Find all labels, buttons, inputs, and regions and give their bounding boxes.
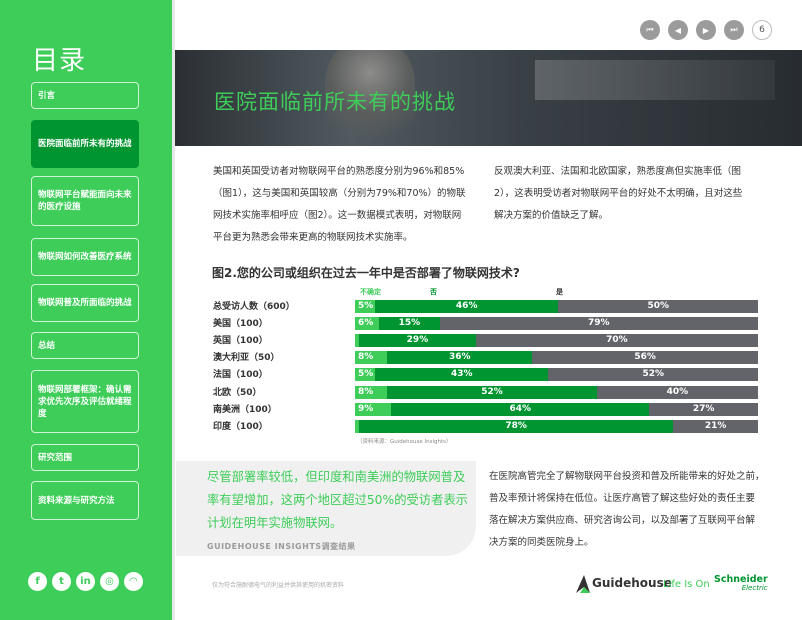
bar-segment: 27% bbox=[649, 402, 758, 416]
category-label: 总受访人数（600） bbox=[213, 302, 295, 312]
section-title: 医院面临前所未有的挑战 bbox=[214, 90, 456, 114]
bar-segment: 5% bbox=[355, 368, 376, 382]
legend-label: 不确定 bbox=[360, 288, 381, 296]
bar-segment: 6% bbox=[355, 317, 380, 331]
bar-segment: 70% bbox=[475, 334, 758, 348]
bar-segment: 46% bbox=[374, 300, 559, 313]
twitter-icon[interactable]: t bbox=[52, 572, 71, 591]
bar-segment: 15% bbox=[379, 317, 440, 331]
facebook-icon[interactable]: f bbox=[28, 572, 47, 591]
rss-icon[interactable]: ◠ bbox=[124, 572, 143, 591]
body-paragraph-bottom: 在医院高管完全了解物联网平台投资和普及所能带来的好处之前， 普及率预计将保持在低… bbox=[489, 466, 779, 554]
linkedin-icon[interactable]: in bbox=[76, 572, 95, 591]
guidehouse-logo: Guidehouse bbox=[592, 576, 672, 590]
category-label: 北欧（50） bbox=[213, 387, 262, 398]
text-line: 2），这表明受访者对物联网平台的好处不太明确，且对这些 bbox=[494, 188, 743, 199]
toc-item[interactable]: 总结 bbox=[31, 332, 139, 359]
text-line: 美国和英国受访者对物联网平台的熟悉度分别为96%和85% bbox=[213, 166, 465, 177]
page-number: 6 bbox=[752, 20, 772, 40]
text-line: 反观澳大利亚、法国和北欧国家，熟悉度高但实施率低（图 bbox=[494, 166, 742, 177]
electric-wordmark: Electric bbox=[741, 584, 768, 592]
text-line: 平台更为熟悉会带来更高的物联网技术实施率。 bbox=[213, 232, 413, 243]
bar-segment: 64% bbox=[391, 402, 650, 416]
sidebar: 目录 引言医院面临前所未有的挑战 物联网平台赋能面向未来的医疗设施物联网如何改善医… bbox=[0, 0, 172, 620]
bar-segment: 50% bbox=[558, 300, 758, 313]
life-is-on-logo: Life Is On bbox=[663, 579, 710, 590]
bar-segment: 78% bbox=[359, 419, 674, 433]
callout-quote: 尽管部署率较低，但印度和南美洲的物联网普及率有望增加，这两个地区超过50%的受访… bbox=[207, 470, 468, 530]
text-line: 在医院高管完全了解物联网平台投资和普及所能带来的好处之前， bbox=[489, 471, 765, 482]
bar-segment: 56% bbox=[532, 351, 758, 365]
text-line: 落在解决方案供应商、研究咨询公司，以及部署了互联网平台解 bbox=[489, 515, 756, 526]
schneider-electric-logo: Schneider Electric bbox=[714, 575, 768, 593]
bar-segment: 8% bbox=[355, 385, 388, 399]
callout-source: GUIDEHOUSE INSIGHTS调查结果 bbox=[207, 542, 356, 551]
guidehouse-logo-mark bbox=[576, 575, 590, 593]
first-page-button[interactable]: ⏮ bbox=[640, 20, 660, 40]
text-line: 普及率预计将保持在低位。让医疗高管了解这些好处的责任主要 bbox=[489, 493, 756, 504]
bar-segment: 29% bbox=[359, 334, 476, 348]
text-line: 网技术实施率相呼应（图2）。这一数据模式表明，对物联网 bbox=[213, 210, 462, 221]
toc-item[interactable]: 物联网如何改善医疗系统 bbox=[31, 238, 139, 276]
bar-segment: 21% bbox=[673, 419, 758, 433]
legend-label: 是 bbox=[556, 288, 563, 296]
chart-title: 图2.您的公司或组织在过去一年中是否部署了物联网技术? bbox=[212, 266, 520, 280]
bar-segment: 9% bbox=[355, 402, 392, 416]
toc-item[interactable]: 引言 bbox=[31, 82, 139, 109]
next-page-button[interactable]: ▶ bbox=[696, 20, 716, 40]
bar-segment: 52% bbox=[548, 368, 758, 382]
toc-item[interactable]: 资料来源与研究方法 bbox=[31, 481, 139, 520]
bar-segment: 5% bbox=[355, 300, 375, 313]
body-paragraph-right: 反观澳大利亚、法国和北欧国家，熟悉度高但实施率低（图 2），这表明受访者对物联网… bbox=[494, 161, 764, 227]
toc-item[interactable]: 医院面临前所未有的挑战 bbox=[31, 120, 139, 168]
category-label: 英国（100） bbox=[213, 336, 268, 347]
legend-label: 否 bbox=[430, 288, 437, 296]
previous-page-button[interactable]: ◀ bbox=[668, 20, 688, 40]
chart-source: （资料来源：Guidehouse Insights） bbox=[357, 439, 452, 445]
footer-note: 仅为符合施耐德电气的利益并供其使用的机密资料 bbox=[212, 582, 345, 589]
toc-title: 目录 bbox=[32, 46, 87, 76]
bar-segment: 40% bbox=[596, 385, 758, 399]
bar-segment: 36% bbox=[387, 351, 533, 365]
bar-segment: 8% bbox=[355, 351, 388, 365]
category-label: 美国（100） bbox=[213, 319, 268, 330]
instagram-icon[interactable]: ◎ bbox=[100, 572, 119, 591]
text-line: （图1），这与美国和英国较高（分别为79%和70%）的物联 bbox=[213, 188, 466, 199]
text-line: 解决方案的价值缺乏了解。 bbox=[494, 210, 609, 221]
bar-segment: 52% bbox=[387, 385, 597, 399]
toc-item[interactable]: 物联网普及所面临的挑战 bbox=[31, 284, 139, 322]
bar-segment: 43% bbox=[375, 368, 549, 382]
bar-segment: 79% bbox=[439, 317, 758, 331]
category-label: 法国（100） bbox=[213, 370, 268, 381]
banner-photo-light bbox=[535, 60, 775, 100]
toc-item[interactable]: 物联网平台赋能面向未来的医疗设施 bbox=[31, 176, 139, 226]
text-line: 决方案的同类医院身上。 bbox=[489, 537, 594, 548]
toc-item[interactable]: 物联网部署框架：确认需求优先次序及评估就绪程度 bbox=[31, 370, 139, 433]
toc-item[interactable]: 研究范围 bbox=[31, 444, 139, 471]
body-paragraph-left: 美国和英国受访者对物联网平台的熟悉度分别为96%和85% （图1），这与美国和英… bbox=[213, 161, 483, 249]
category-label: 印度（100） bbox=[213, 421, 268, 432]
last-page-button[interactable]: ⏭ bbox=[724, 20, 744, 40]
category-label: 澳大利亚（50） bbox=[213, 353, 280, 364]
category-label: 南美洲（100） bbox=[213, 404, 277, 415]
